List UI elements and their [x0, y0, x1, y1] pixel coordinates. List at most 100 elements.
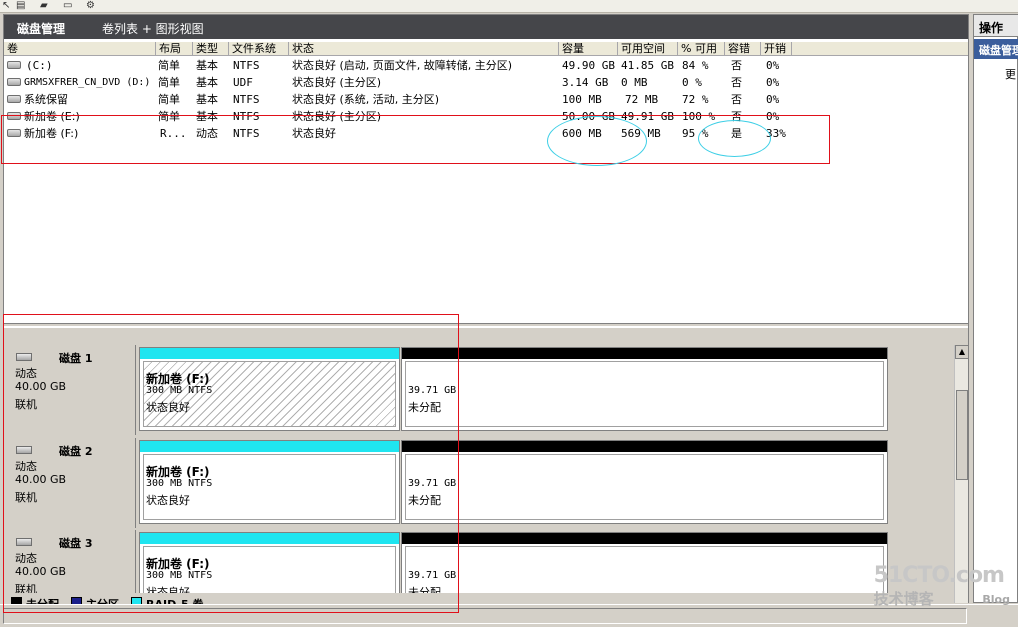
watermark: 51CTO.com 技术博客 Blog	[874, 563, 1010, 609]
volume-type: 动态	[196, 127, 218, 140]
status-bar-field	[3, 608, 967, 624]
unallocated-label: 未分配	[408, 494, 441, 507]
graphical-view: 磁盘 1 动态 40.00 GB 联机 新加卷 (F:) 300 MB NTFS…	[4, 328, 969, 613]
column-header-percent-free[interactable]: % 可用	[678, 42, 725, 56]
raid5-color-bar	[140, 441, 399, 452]
disk-row: 磁盘 2 动态 40.00 GB 联机 新加卷 (F:) 300 MB NTFS…	[4, 438, 952, 528]
volume-list-header: 卷 布局 类型 文件系统 状态 容量 可用空间 % 可用 容错 开销	[4, 42, 968, 56]
disk-label[interactable]: 磁盘 3 动态 40.00 GB 联机	[6, 530, 136, 593]
help-icon[interactable]: ⚙	[86, 1, 95, 11]
raid5-volume-partition[interactable]: 新加卷 (F:) 300 MB NTFS 状态良好	[139, 532, 400, 593]
volume-status: 状态良好	[292, 127, 336, 140]
partition-status: 状态良好	[146, 401, 190, 414]
partition-body	[405, 361, 884, 427]
volume-row[interactable]: 系统保留 简单 基本 NTFS 状态良好 (系统, 活动, 主分区) 100 M…	[4, 91, 968, 108]
column-header-layout[interactable]: 布局	[156, 42, 193, 56]
disk-state: 联机	[15, 583, 37, 593]
more-actions-link[interactable]: 更	[1005, 66, 1016, 82]
volume-status: 状态良好 (主分区)	[292, 110, 382, 123]
volume-row[interactable]: GRMSXFRER_CN_DVD (D:) 简单 基本 UDF 状态良好 (主分…	[4, 74, 968, 91]
back-arrow-icon[interactable]: ↖	[2, 1, 10, 11]
column-header-free-space[interactable]: 可用空间	[618, 42, 678, 56]
column-header-fault-tolerance[interactable]: 容错	[725, 42, 761, 56]
volume-type: 基本	[196, 93, 218, 106]
watermark-blog: Blog	[982, 593, 1010, 606]
unallocated-partition[interactable]: 39.71 GB 未分配	[401, 532, 888, 593]
disk-label[interactable]: 磁盘 1 动态 40.00 GB 联机	[6, 345, 136, 435]
volume-fs: NTFS	[233, 127, 260, 140]
status-bar	[0, 604, 1018, 627]
volume-layout: 简单	[158, 76, 180, 89]
disk-name: 磁盘 1	[59, 352, 93, 365]
volume-status: 状态良好 (主分区)	[292, 76, 382, 89]
partition-size: 300 MB NTFS	[146, 570, 213, 581]
unallocated-color-bar	[402, 348, 887, 359]
volume-percent-free: 95 %	[682, 127, 709, 140]
properties-icon[interactable]: ▤	[16, 1, 25, 11]
unallocated-size: 39.71 GB	[408, 570, 457, 581]
disk-state: 联机	[15, 491, 37, 504]
toolbar: ↖ ▤ ▰ ▭ ⚙	[0, 0, 1018, 13]
disk-row: 磁盘 1 动态 40.00 GB 联机 新加卷 (F:) 300 MB NTFS…	[4, 345, 952, 435]
raid5-volume-partition[interactable]: 新加卷 (F:) 300 MB NTFS 状态良好	[139, 347, 400, 431]
disk-size: 40.00 GB	[15, 473, 67, 486]
volume-fs: NTFS	[233, 110, 260, 123]
folder-open-icon[interactable]: ▰	[40, 1, 48, 11]
disk-row: 磁盘 3 动态 40.00 GB 联机 新加卷 (F:) 300 MB NTFS…	[4, 530, 952, 593]
partition-size: 300 MB NTFS	[146, 385, 213, 396]
volume-row[interactable]: (C:) 简单 基本 NTFS 状态良好 (启动, 页面文件, 故障转储, 主分…	[4, 57, 968, 74]
raid5-volume-partition[interactable]: 新加卷 (F:) 300 MB NTFS 状态良好	[139, 440, 400, 524]
disk-size: 40.00 GB	[15, 565, 67, 578]
unallocated-size: 39.71 GB	[408, 478, 457, 489]
pane-splitter[interactable]	[4, 323, 968, 327]
volume-list: (C:) 简单 基本 NTFS 状态良好 (启动, 页面文件, 故障转储, 主分…	[4, 57, 968, 322]
volume-free: 49.91 GB	[621, 110, 674, 123]
unallocated-size: 39.71 GB	[408, 385, 457, 396]
drive-icon	[7, 95, 21, 103]
disk-state: 联机	[15, 398, 37, 411]
volume-overhead: 0%	[766, 93, 780, 106]
volume-name: (C:)	[26, 59, 53, 72]
volume-status: 状态良好 (启动, 页面文件, 故障转储, 主分区)	[292, 59, 513, 72]
column-header-overhead[interactable]: 开销	[761, 42, 792, 56]
volume-name: 新加卷 (E:)	[24, 110, 80, 123]
drive-icon	[7, 61, 21, 69]
unallocated-partition[interactable]: 39.71 GB 未分配	[401, 347, 888, 431]
volume-row[interactable]: 新加卷 (E:) 简单 基本 NTFS 状态良好 (主分区) 50.00 GB …	[4, 108, 968, 125]
scroll-up-arrow-icon[interactable]: ▲	[955, 345, 969, 359]
edit-icon[interactable]: ▭	[63, 1, 72, 11]
volume-capacity: 100 MB	[562, 93, 602, 106]
volume-fs: NTFS	[233, 93, 260, 106]
unallocated-label: 未分配	[408, 586, 441, 593]
volume-free: 569 MB	[621, 127, 661, 140]
view-mode-label[interactable]: 卷列表 + 图形视图	[102, 20, 204, 37]
volume-fault-tolerance: 否	[731, 93, 742, 106]
column-header-type[interactable]: 类型	[193, 42, 229, 56]
column-header-volume[interactable]: 卷	[4, 42, 156, 56]
volume-fault-tolerance: 否	[731, 59, 742, 72]
disk-management-panel: 磁盘管理 卷列表 + 图形视图 卷 布局 类型 文件系统 状态 容量 可用空间 …	[3, 14, 969, 613]
volume-fs: NTFS	[233, 59, 260, 72]
volume-layout: R...	[160, 127, 187, 140]
scroll-thumb[interactable]	[956, 390, 968, 480]
volume-type: 基本	[196, 59, 218, 72]
volume-type: 基本	[196, 110, 218, 123]
actions-section-disk-management[interactable]: 磁盘管理	[974, 39, 1018, 59]
volume-free: 0 MB	[621, 76, 648, 89]
volume-percent-free: 72 %	[682, 93, 709, 106]
disk-kind: 动态	[15, 367, 37, 380]
column-header-filesystem[interactable]: 文件系统	[229, 42, 289, 56]
hard-disk-icon	[16, 446, 32, 454]
disk-name: 磁盘 2	[59, 445, 93, 458]
disk-label[interactable]: 磁盘 2 动态 40.00 GB 联机	[6, 438, 136, 528]
volume-name: 系统保留	[24, 93, 68, 106]
column-header-capacity[interactable]: 容量	[559, 42, 618, 56]
partition-status: 状态良好	[146, 494, 190, 507]
column-header-status[interactable]: 状态	[289, 42, 559, 56]
unallocated-partition[interactable]: 39.71 GB 未分配	[401, 440, 888, 524]
volume-row[interactable]: 新加卷 (F:) R... 动态 NTFS 状态良好 600 MB 569 MB…	[4, 125, 968, 142]
hard-disk-icon	[16, 353, 32, 361]
raid5-color-bar	[140, 348, 399, 359]
volume-overhead: 0%	[766, 76, 780, 89]
disk-kind: 动态	[15, 460, 37, 473]
